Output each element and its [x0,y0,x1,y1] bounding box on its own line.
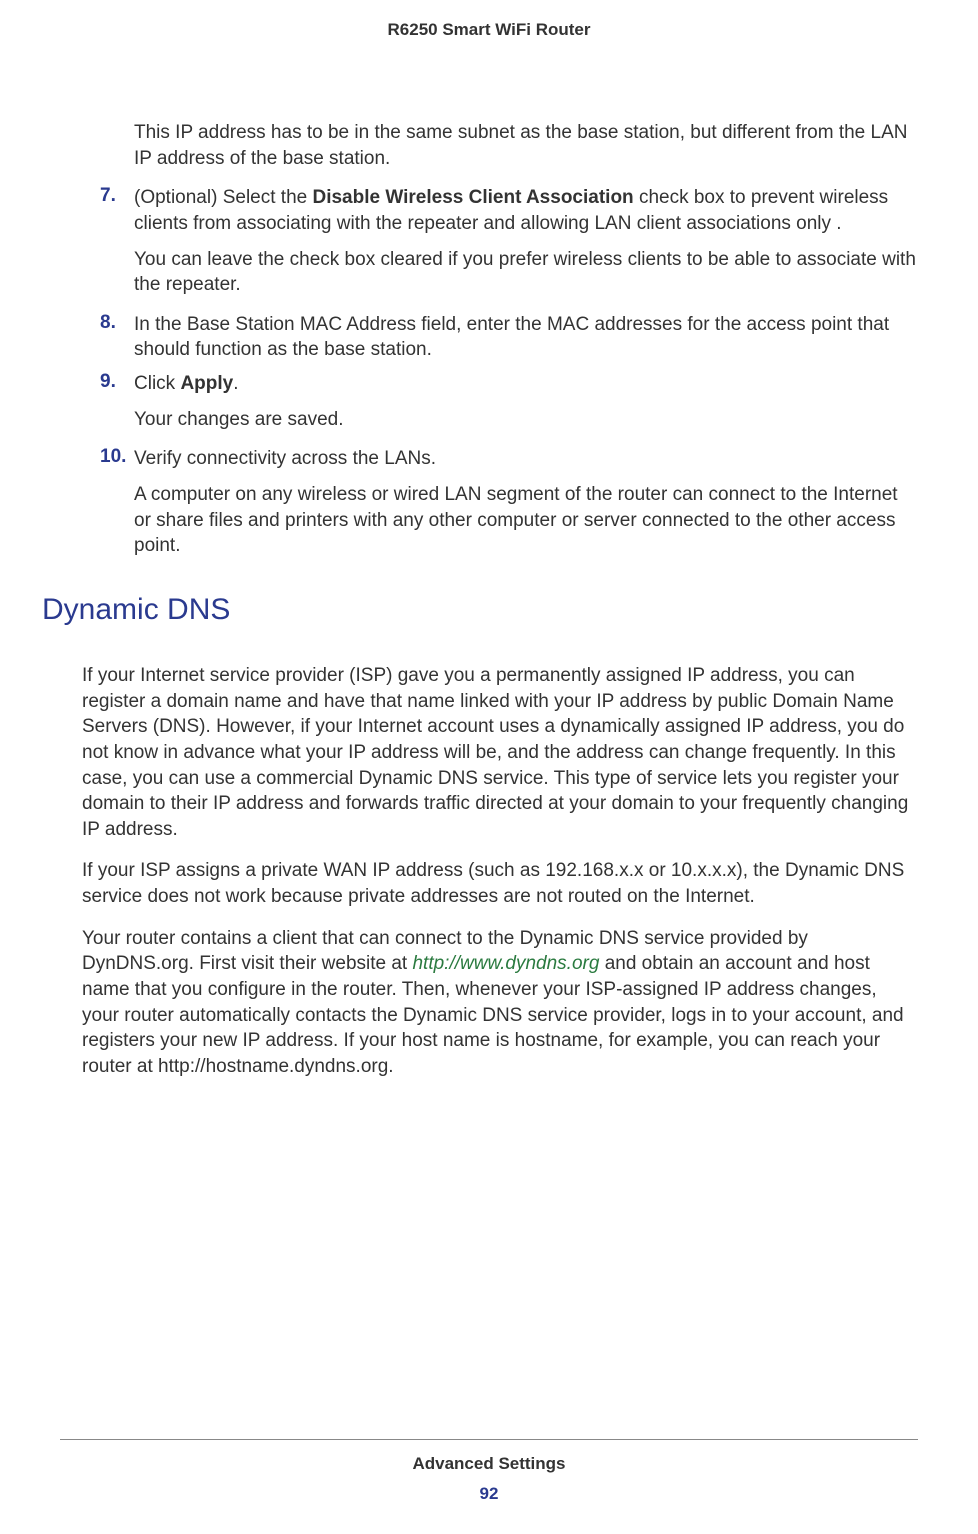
intro-text: This IP address has to be in the same su… [134,120,918,171]
dyndns-link[interactable]: http://www.dyndns.org [412,953,599,974]
step-text-10: Verify connectivity across the LANs. [134,446,436,472]
step-7: 7. (Optional) Select the Disable Wireles… [100,185,918,236]
step-9-follow: Your changes are saved. [134,407,918,433]
step-7-follow: You can leave the check box cleared if y… [134,247,918,298]
step-9-pre: Click [134,373,180,394]
step-10: 10. Verify connectivity across the LANs. [100,446,918,472]
step-10-follow: A computer on any wireless or wired LAN … [134,482,918,559]
step-9-post: . [233,373,238,394]
step-8: 8. In the Base Station MAC Address field… [100,312,918,363]
step-text-9: Click Apply. [134,371,239,397]
footer-page-number: 92 [0,1484,978,1504]
page-header-title: R6250 Smart WiFi Router [60,20,918,40]
step-text-8: In the Base Station MAC Address field, e… [134,312,918,363]
page-footer: Advanced Settings 92 [0,1439,978,1504]
step-number-9: 9. [100,371,134,397]
section-heading-dynamic-dns: Dynamic DNS [42,593,918,627]
step-9: 9. Click Apply. [100,371,918,397]
step-number-10: 10. [100,446,134,472]
step-7-bold: Disable Wireless Client Association [312,187,633,208]
step-7-pre: (Optional) Select the [134,187,312,208]
footer-section-name: Advanced Settings [0,1454,978,1474]
step-number-8: 8. [100,312,134,363]
section-paragraph-3: Your router contains a client that can c… [82,926,918,1080]
step-9-bold: Apply [180,373,233,394]
section-paragraph-1: If your Internet service provider (ISP) … [82,663,918,842]
footer-divider [60,1439,918,1440]
section-paragraph-2: If your ISP assigns a private WAN IP add… [82,858,918,909]
step-text-7: (Optional) Select the Disable Wireless C… [134,185,918,236]
step-number-7: 7. [100,185,134,236]
